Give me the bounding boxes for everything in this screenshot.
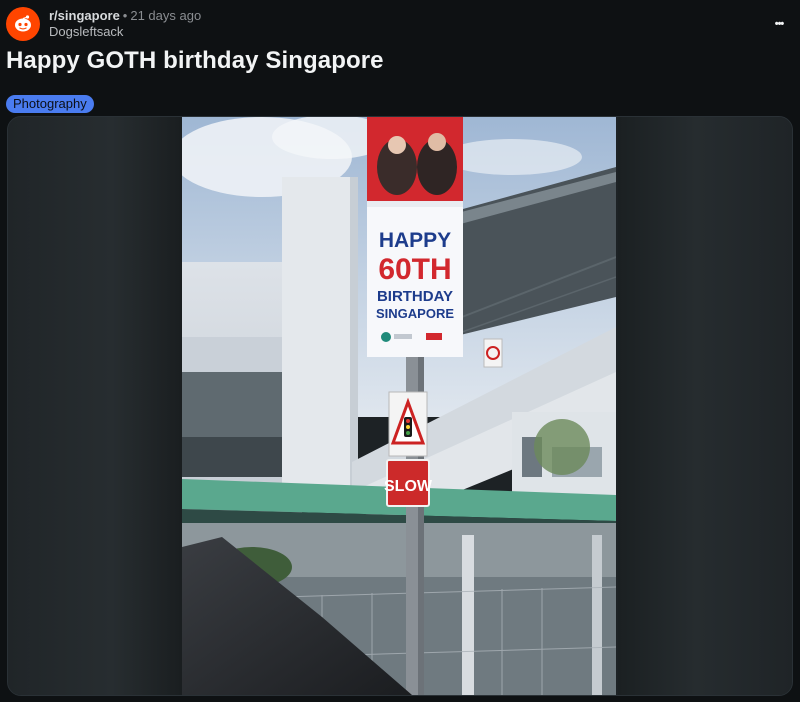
- subreddit-link[interactable]: r/singapore: [49, 8, 120, 23]
- traffic-light-warning-sign: [388, 391, 428, 457]
- banner-logo-right: [426, 333, 442, 340]
- post-media[interactable]: HAPPY 60TH BIRTHDAY SINGAPORE SLOW: [7, 116, 793, 696]
- post-flair[interactable]: Photography: [6, 95, 94, 113]
- reddit-alien-icon: [15, 15, 31, 32]
- meta-separator: •: [122, 8, 128, 23]
- birthday-banner: HAPPY 60TH BIRTHDAY SINGAPORE: [367, 117, 463, 357]
- banner-60th: 60TH: [378, 253, 451, 286]
- slow-sign-text: SLOW: [384, 478, 433, 495]
- slow-sign: SLOW: [384, 459, 433, 507]
- subreddit-avatar[interactable]: [6, 7, 40, 41]
- post-meta: r/singapore • 21 days ago Dogsleftsack: [49, 8, 201, 40]
- post-photo[interactable]: HAPPY 60TH BIRTHDAY SINGAPORE SLOW: [182, 117, 616, 695]
- banner-birthday: BIRTHDAY: [377, 288, 453, 305]
- more-options-button[interactable]: •••: [768, 14, 790, 34]
- ellipsis-icon: •••: [774, 18, 785, 30]
- banner-singapore: SINGAPORE: [376, 306, 454, 321]
- author-link[interactable]: Dogsleftsack: [49, 24, 201, 40]
- banner-logo-left: [381, 332, 391, 342]
- media-blur-right: [618, 117, 792, 695]
- banner-happy: HAPPY: [379, 229, 451, 252]
- media-blur-left: [8, 117, 182, 695]
- post-title[interactable]: Happy GOTH birthday Singapore: [6, 47, 384, 75]
- post-age: 21 days ago: [130, 8, 202, 23]
- post-header: r/singapore • 21 days ago Dogsleftsack •••: [6, 6, 800, 42]
- photo-scene: HAPPY 60TH BIRTHDAY SINGAPORE SLOW: [182, 117, 616, 695]
